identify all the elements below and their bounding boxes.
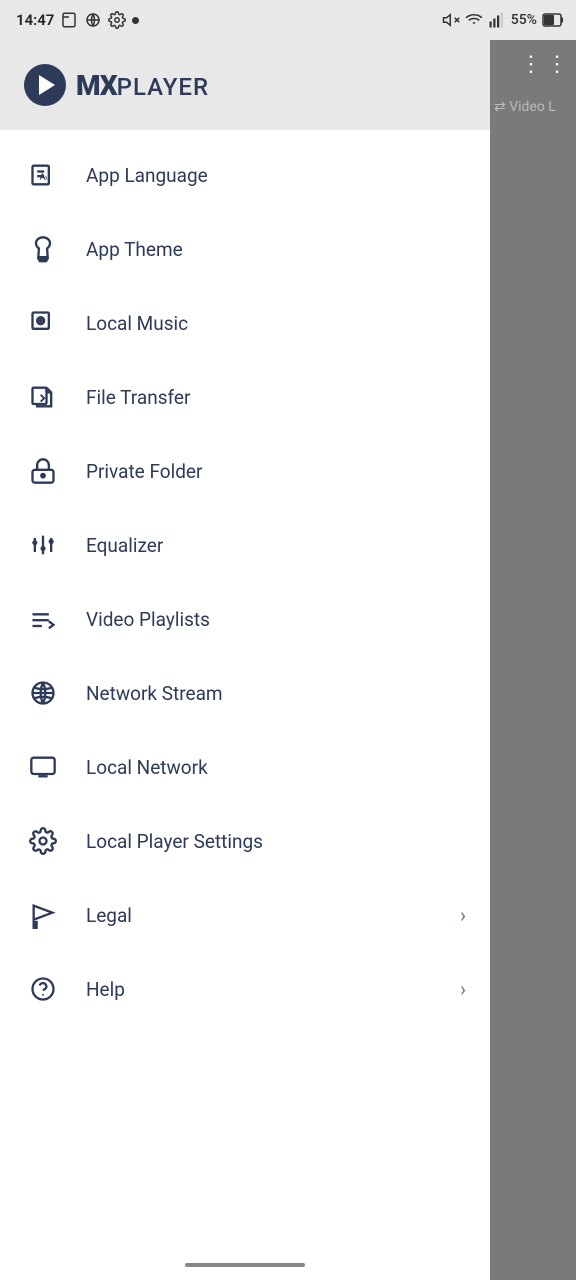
logo-player: PLAYER [117,73,209,101]
legal-chevron: › [460,903,466,927]
file-transfer-icon [24,378,62,416]
status-bar: 14:47 55% [0,0,576,40]
menu-item-network-stream[interactable]: Network Stream [0,656,490,730]
equalizer-icon [24,526,62,564]
help-icon [24,970,62,1008]
settings-icon-status [108,11,126,29]
video-playlists-label: Video Playlists [86,608,466,631]
no-sim-icon [60,11,78,29]
status-right: 55% [442,11,564,29]
local-music-label: Local Music [86,312,466,335]
menu-item-file-transfer[interactable]: File Transfer [0,360,490,434]
app-theme-label: App Theme [86,238,466,261]
help-label: Help [86,978,460,1001]
menu-item-app-language[interactable]: A a App Language [0,138,490,212]
menu-item-help[interactable]: Help › [0,952,490,1026]
logo-play-button [24,64,66,106]
legal-label: Legal [86,904,460,927]
menu-item-legal[interactable]: Legal › [0,878,490,952]
private-folder-label: Private Folder [86,460,466,483]
help-chevron: › [460,977,466,1001]
mute-icon [442,11,460,29]
local-player-settings-label: Local Player Settings [86,830,466,853]
play-triangle [39,75,55,95]
bottom-indicator [0,1250,490,1280]
bottom-bar [185,1263,305,1267]
file-transfer-label: File Transfer [86,386,466,409]
network-stream-label: Network Stream [86,682,466,705]
overflow-dots: ⋮ [520,52,542,77]
signal-icon [488,11,506,29]
settings-gear-icon [24,822,62,860]
logo-text: MXPLAYER [76,69,209,102]
globe-icon [24,674,62,712]
menu-list: A a App Language App Theme [0,130,490,1250]
menu-item-local-music[interactable]: Local Music [0,286,490,360]
svg-text:a: a [44,176,48,182]
menu-item-equalizer[interactable]: Equalizer [0,508,490,582]
drawer-header: MXPLAYER [0,40,490,130]
battery-icon [542,13,564,27]
menu-item-local-player-settings[interactable]: Local Player Settings [0,804,490,878]
right-content-text: ⇄ Video L [490,89,576,125]
battery-percent: 55% [511,12,537,28]
overflow-dots-2: ⋮ [546,52,568,77]
status-time: 14:47 [16,11,54,29]
language-icon: A a [24,156,62,194]
menu-item-app-theme[interactable]: App Theme [0,212,490,286]
wifi-icon [465,11,483,29]
app-language-label: App Language [86,164,466,187]
dot-indicator [132,17,139,24]
lock-icon [24,452,62,490]
playlist-icon [24,600,62,638]
navigation-drawer: MXPLAYER A a App Language [0,40,490,1280]
menu-item-private-folder[interactable]: Private Folder [0,434,490,508]
menu-item-video-playlists[interactable]: Video Playlists [0,582,490,656]
menu-item-local-network[interactable]: Local Network [0,730,490,804]
equalizer-label: Equalizer [86,534,466,557]
local-network-label: Local Network [86,756,466,779]
music-icon [24,304,62,342]
monitor-icon [24,748,62,786]
background-overlay: ⋮ ⋮ ⇄ Video L [490,40,576,1280]
logo: MXPLAYER [24,64,209,106]
logo-mx: MX [76,69,117,102]
vpn-icon [84,11,102,29]
right-top-icons: ⋮ ⋮ [490,40,576,89]
theme-icon [24,230,62,268]
flag-icon [24,896,62,934]
